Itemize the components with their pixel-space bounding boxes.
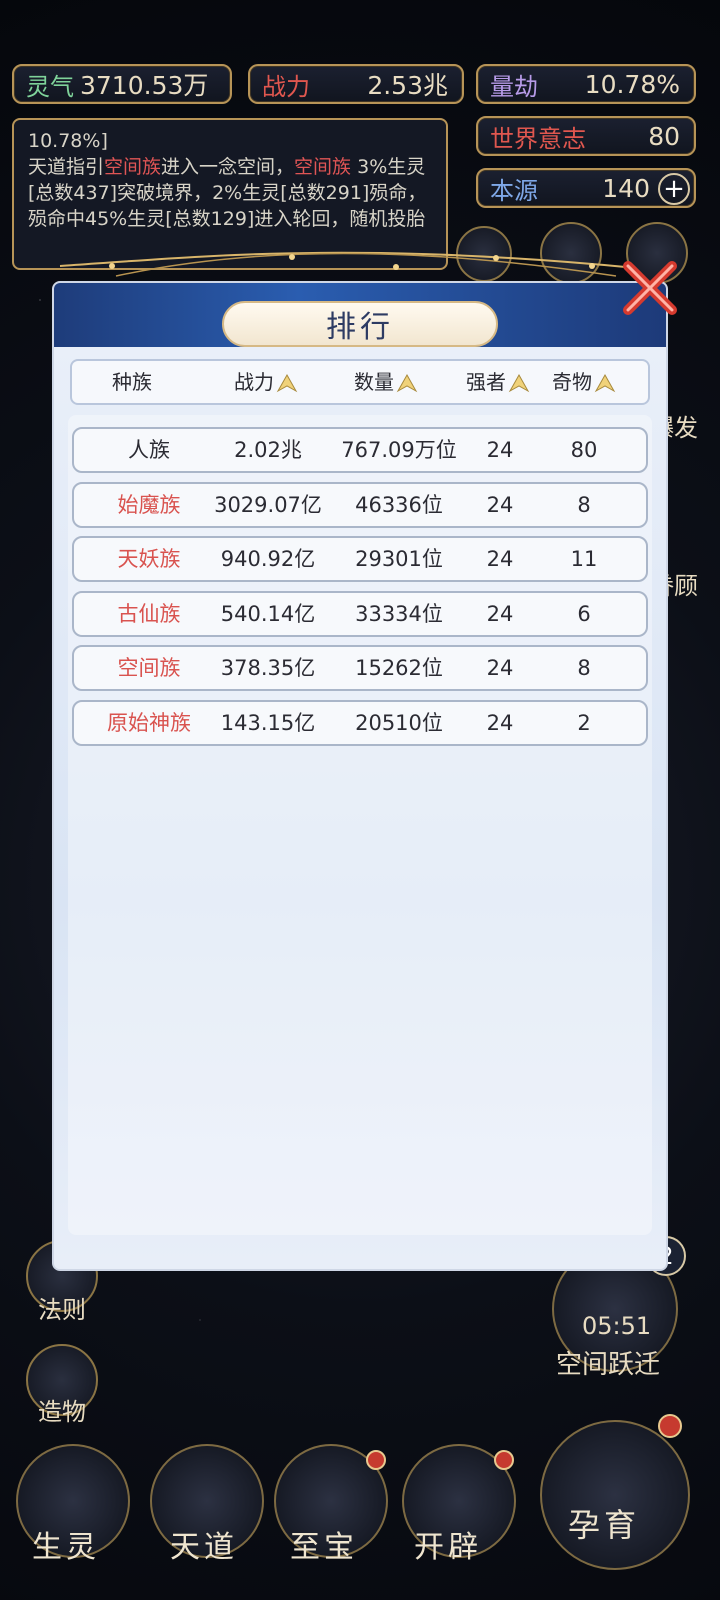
row-items: 11: [570, 547, 598, 571]
add-benyuan-icon[interactable]: +: [658, 173, 690, 205]
space-jump-timer: 05:51: [582, 1312, 652, 1340]
world-will-label: 世界意志: [490, 124, 586, 153]
nav-yunyu-button[interactable]: [540, 1420, 690, 1570]
event-log-line0: 10.78%]: [28, 130, 108, 152]
col-power-header[interactable]: 战力: [234, 361, 298, 403]
row-count: 33334位: [355, 602, 443, 626]
col-strong-header[interactable]: 强者: [466, 361, 530, 403]
col-strong-label: 强者: [466, 370, 506, 394]
benyuan-label: 本源: [490, 176, 538, 205]
col-count-label: 数量: [354, 370, 394, 394]
col-power-label: 战力: [234, 370, 274, 394]
zhanli-label: 战力: [262, 72, 310, 101]
row-strong: 24: [486, 493, 514, 517]
table-row[interactable]: 人族 2.02兆 767.09万位 24 80: [72, 427, 648, 473]
benyuan-value: 140: [602, 173, 650, 203]
zhanli-pill[interactable]: 战力 2.53兆: [248, 64, 464, 104]
yunyu-notification-dot: [658, 1414, 682, 1438]
row-strong: 24: [486, 547, 514, 571]
nav-zhibao-label[interactable]: 至宝: [290, 1522, 358, 1566]
row-strong: 24: [486, 602, 514, 626]
world-will-value: 80: [648, 121, 680, 151]
table-row[interactable]: 天妖族 940.92亿 29301位 24 11: [72, 536, 648, 582]
sort-arrow-icon: [396, 373, 418, 392]
modal-title: 排行: [222, 301, 498, 347]
sort-arrow-icon: [594, 373, 616, 392]
close-icon[interactable]: [618, 256, 682, 320]
row-power: 2.02兆: [234, 438, 302, 462]
table-row[interactable]: 始魔族 3029.07亿 46336位 24 8: [72, 482, 648, 528]
liangjie-pill[interactable]: 量劫 10.78%: [476, 64, 696, 104]
zhanli-value: 2.53兆: [367, 71, 448, 100]
table-row[interactable]: 古仙族 540.14亿 33334位 24 6: [72, 591, 648, 637]
event-log-part1: 天道指引: [28, 156, 105, 178]
space-jump-label[interactable]: 空间跃迁: [556, 1344, 660, 1381]
row-power: 940.92亿: [220, 547, 316, 571]
kaipi-notification-dot: [494, 1450, 514, 1470]
lingqi-label: 灵气: [26, 72, 74, 101]
col-race-header: 种族: [112, 370, 152, 394]
row-items: 8: [577, 656, 591, 680]
lingqi-pill[interactable]: 灵气 3710.53万: [12, 64, 232, 104]
row-strong: 24: [486, 711, 514, 735]
row-power: 143.15亿: [220, 711, 316, 735]
world-will-pill[interactable]: 世界意志 80: [476, 116, 696, 156]
zao-wu-label[interactable]: 造物: [38, 1392, 86, 1427]
col-count-header[interactable]: 数量: [354, 361, 418, 403]
table-row[interactable]: 原始神族 143.15亿 20510位 24 2: [72, 700, 648, 746]
nav-tiandao-label[interactable]: 天道: [170, 1522, 238, 1566]
liangjie-label: 量劫: [490, 72, 538, 101]
zhibao-notification-dot: [366, 1450, 386, 1470]
lingqi-value: 3710.53万: [80, 71, 209, 100]
ranking-modal: 排行 种族 战力 数量 强者 奇物 人族 2.02兆 767.09万位 24 80 始魔族…: [54, 283, 666, 1269]
row-items: 2: [577, 711, 591, 735]
col-items-label: 奇物: [552, 370, 592, 394]
event-log-race2: 空间族: [294, 156, 352, 178]
row-count: 15262位: [355, 656, 443, 680]
row-items: 80: [570, 438, 598, 462]
event-log-part2: 进入一念空间，: [161, 156, 295, 178]
sort-arrow-icon: [276, 373, 298, 392]
fa-ze-label[interactable]: 法则: [38, 1290, 86, 1325]
row-power: 540.14亿: [220, 602, 316, 626]
liangjie-value: 10.78%: [584, 69, 680, 99]
row-power: 3029.07亿: [214, 493, 322, 517]
row-strong: 24: [486, 438, 514, 462]
sort-arrow-icon: [508, 373, 530, 392]
nav-kaipi-label[interactable]: 开辟: [414, 1522, 482, 1566]
table-row[interactable]: 空间族 378.35亿 15262位 24 8: [72, 645, 648, 691]
row-items: 6: [577, 602, 591, 626]
benyuan-pill[interactable]: 本源 140 +: [476, 168, 696, 208]
row-strong: 24: [486, 656, 514, 680]
row-count: 20510位: [355, 711, 443, 735]
col-items-header[interactable]: 奇物: [552, 361, 616, 403]
row-count: 29301位: [355, 547, 443, 571]
ranking-table-header: 种族 战力 数量 强者 奇物: [70, 359, 650, 405]
row-count: 46336位: [355, 493, 443, 517]
event-log-text: 天道指引空间族进入一念空间，空间族 3%生灵[总数437]突破境界，2%生灵[总…: [28, 154, 432, 232]
nav-yunyu-label[interactable]: 孕育: [568, 1500, 640, 1546]
row-count: 767.09万位: [341, 438, 457, 462]
event-log-race1: 空间族: [104, 156, 162, 178]
row-power: 378.35亿: [220, 656, 316, 680]
nav-shengling-label[interactable]: 生灵: [32, 1522, 100, 1566]
row-items: 8: [577, 493, 591, 517]
